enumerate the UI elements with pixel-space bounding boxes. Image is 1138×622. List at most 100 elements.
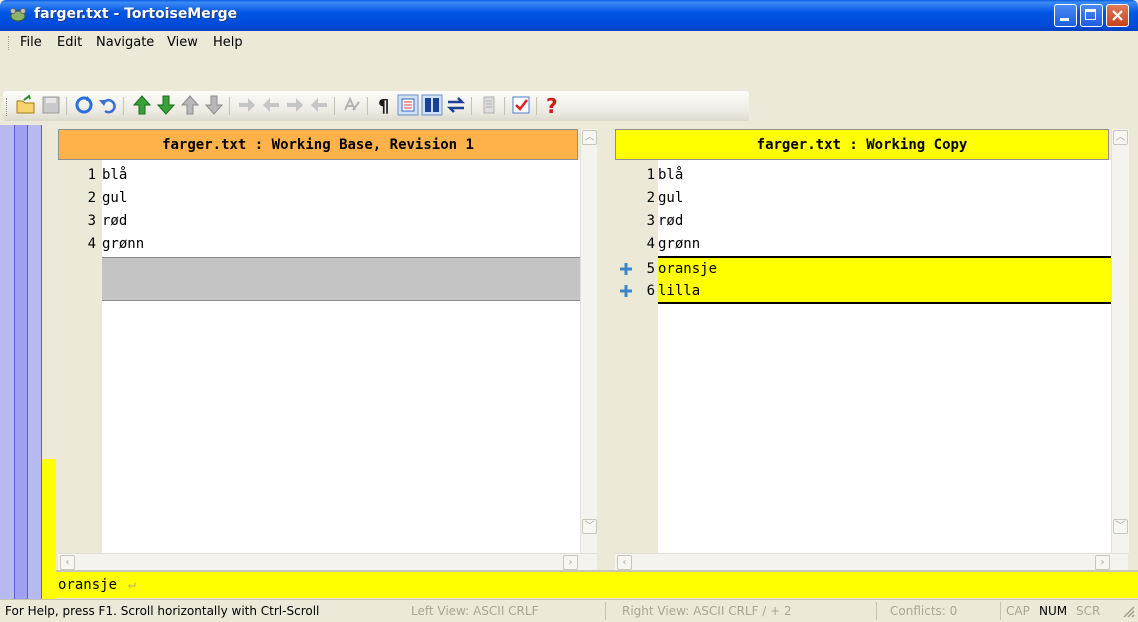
toolbar-separator: [229, 97, 230, 115]
document-map-left-column[interactable]: [14, 125, 28, 599]
right-line: 1 blå: [615, 164, 1111, 186]
scroll-right-arrow-icon[interactable]: ›: [563, 555, 578, 570]
toolbar-separator: [471, 97, 472, 115]
line-text: oransje: [658, 258, 1111, 280]
svg-text:¶: ¶: [378, 96, 389, 116]
menu-edit[interactable]: Edit: [57, 35, 82, 50]
previous-conflict-icon[interactable]: [179, 94, 201, 116]
left-line: 4 grønn: [58, 233, 580, 255]
open-icon[interactable]: [15, 94, 37, 116]
status-left-view: Left View: ASCII CRLF: [411, 604, 539, 618]
status-right-view: Right View: ASCII CRLF / + 2: [622, 604, 792, 618]
scroll-left-arrow-icon[interactable]: ‹: [617, 555, 632, 570]
menu-view[interactable]: View: [167, 35, 198, 50]
status-conflicts: Conflicts: 0: [890, 604, 958, 618]
line-text: blå: [658, 167, 684, 183]
right-pane-text-area[interactable]: 1 blå 2 gul 3 rød 4 grønn 5 oransje 6 li…: [615, 160, 1111, 553]
right-line-added: 5 oransje: [615, 258, 1111, 280]
previous-difference-icon[interactable]: [131, 94, 153, 116]
left-line: 1 blå: [58, 164, 580, 186]
pane-splitter[interactable]: [597, 125, 615, 570]
right-line: 3 rød: [615, 210, 1111, 232]
inline-diff-icon[interactable]: [341, 94, 363, 116]
next-difference-icon[interactable]: [155, 94, 177, 116]
help-icon[interactable]: ?: [542, 94, 564, 116]
right-pane-header: farger.txt : Working Copy: [615, 129, 1109, 160]
line-number: 2: [87, 190, 96, 206]
document-map-strip[interactable]: [0, 125, 14, 599]
status-bar: For Help, press F1. Scroll horizontally …: [0, 599, 1138, 622]
menu-file[interactable]: File: [20, 35, 42, 50]
whitespace-icon[interactable]: ¶: [373, 94, 395, 116]
right-line: 4 grønn: [615, 233, 1111, 255]
tortoisemerge-app-icon: [10, 8, 26, 22]
window-title: farger.txt - TortoiseMerge: [34, 6, 238, 22]
mark-resolved-icon[interactable]: [510, 94, 532, 116]
toolbar-separator: [536, 97, 537, 115]
line-number: 2: [646, 190, 655, 206]
minimize-button[interactable]: [1054, 4, 1077, 27]
left-line: 2 gul: [58, 187, 580, 209]
use-block-after-icon[interactable]: [284, 94, 306, 116]
document-map-right-column[interactable]: [28, 125, 42, 459]
patch-icon[interactable]: [478, 94, 500, 116]
scroll-down-arrow-icon[interactable]: ﹀: [1113, 519, 1128, 534]
right-line: 2 gul: [615, 187, 1111, 209]
left-empty-placeholder-block: [102, 257, 580, 301]
svg-text:?: ?: [546, 94, 558, 116]
scroll-right-arrow-icon[interactable]: ›: [1095, 555, 1110, 570]
status-separator: [1000, 602, 1001, 620]
line-number: 6: [646, 283, 655, 299]
minimize-icon: [1060, 18, 1069, 21]
resize-grip-icon[interactable]: [1122, 605, 1135, 618]
left-pane-text-area[interactable]: 1 blå 2 gul 3 rød 4 grønn: [58, 160, 580, 553]
three-pane-toggle-icon[interactable]: [445, 94, 467, 116]
menu-bar: File Edit Navigate View Help: [0, 31, 1138, 55]
line-number: 5: [646, 261, 655, 277]
scroll-left-arrow-icon[interactable]: ‹: [60, 555, 75, 570]
line-number: 1: [646, 167, 655, 183]
line-text: grønn: [658, 236, 701, 252]
line-text: rød: [658, 213, 684, 229]
line-text: gul: [658, 190, 684, 206]
bottom-line-view[interactable]: oransje ↵: [56, 572, 1138, 598]
line-text: gul: [102, 190, 128, 206]
next-conflict-icon[interactable]: [203, 94, 225, 116]
maximize-button[interactable]: [1080, 4, 1103, 27]
menu-grip: [8, 36, 11, 50]
status-separator: [605, 602, 606, 620]
use-block-icon[interactable]: [236, 94, 258, 116]
document-map-spacer: [42, 125, 56, 459]
close-button[interactable]: [1106, 4, 1129, 27]
bottom-line-text: oransje: [58, 577, 118, 593]
status-num-lock: NUM: [1039, 604, 1068, 618]
document-map-added-marker[interactable]: [42, 459, 56, 599]
save-icon[interactable]: [40, 94, 62, 116]
toolbar-separator: [504, 97, 505, 115]
scroll-up-arrow-icon[interactable]: ︿: [582, 130, 597, 145]
left-vertical-scrollbar[interactable]: ︿ ﹀: [580, 129, 598, 553]
line-number: 3: [87, 213, 96, 229]
reload-icon[interactable]: [73, 94, 95, 116]
scroll-up-arrow-icon[interactable]: ︿: [1113, 130, 1128, 145]
menu-help[interactable]: Help: [213, 35, 243, 50]
maximize-icon: [1085, 9, 1096, 20]
line-text: grønn: [102, 236, 145, 252]
menu-navigate[interactable]: Navigate: [96, 35, 154, 50]
line-number: 4: [87, 236, 96, 252]
two-pane-view-icon[interactable]: [421, 94, 443, 116]
title-bar[interactable]: farger.txt - TortoiseMerge: [0, 0, 1138, 31]
toolbar-separator: [334, 97, 335, 115]
toolbar-grip: [6, 98, 9, 116]
left-line: 3 rød: [58, 210, 580, 232]
status-help-text: For Help, press F1. Scroll horizontally …: [5, 604, 320, 618]
toolbar-separator: [123, 97, 124, 115]
use-other-block-icon[interactable]: [308, 94, 330, 116]
right-horizontal-scrollbar[interactable]: ‹ ›: [615, 553, 1128, 571]
right-vertical-scrollbar[interactable]: ︿ ﹀: [1111, 129, 1129, 553]
left-horizontal-scrollbar[interactable]: ‹ ›: [58, 553, 597, 571]
use-block-before-icon[interactable]: [260, 94, 282, 116]
scroll-down-arrow-icon[interactable]: ﹀: [582, 519, 597, 534]
undo-icon[interactable]: [97, 94, 119, 116]
one-pane-view-icon[interactable]: [397, 94, 419, 116]
